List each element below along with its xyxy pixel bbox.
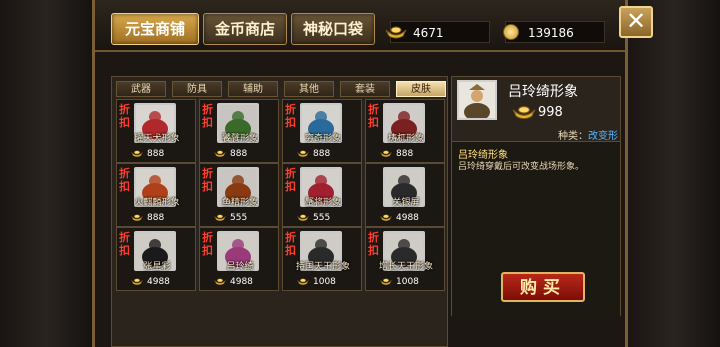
item-cell[interactable]: 折扣张星彩 4988 — [116, 227, 196, 291]
item-price: 555 — [313, 213, 331, 223]
gold-balance: 139186 — [503, 21, 605, 43]
item-cell[interactable]: 折扣 饕餮形象 888 — [199, 99, 279, 163]
ingot-icon — [297, 278, 309, 286]
item-name: 曜天犬形象 — [134, 134, 180, 144]
item-name: 穷奇形象 — [304, 134, 341, 144]
discount-badge: 折扣 — [202, 231, 213, 257]
item-name: 吕玲绮 — [226, 262, 254, 272]
item-name: 增长天王形象 — [378, 262, 433, 272]
discount-badge: 折扣 — [368, 231, 379, 257]
subtab-other[interactable]: 其他 — [284, 81, 334, 97]
gold-coin-icon — [503, 24, 519, 40]
ingot-icon — [214, 214, 226, 222]
ingot-icon — [380, 278, 392, 286]
item-price: 888 — [313, 149, 331, 159]
item-price: 888 — [147, 213, 165, 223]
item-price: 1008 — [396, 277, 419, 287]
item-price: 555 — [230, 213, 248, 223]
ingot-icon — [297, 150, 309, 158]
item-cell[interactable]: 折扣 蟹将形象 555 — [282, 163, 362, 227]
discount-badge: 折扣 — [119, 103, 130, 129]
subtab-assist[interactable]: 辅助 — [228, 81, 278, 97]
item-name: 梼杌形象 — [387, 134, 424, 144]
ingot-icon — [131, 150, 143, 158]
discount-badge: 折扣 — [285, 167, 296, 193]
item-price: 1008 — [313, 277, 336, 287]
item-cell[interactable]: 折扣吕玲绮 4988 — [199, 227, 279, 291]
buy-button[interactable]: 购买 — [501, 272, 585, 302]
item-cell[interactable]: 折扣 穷奇形象 888 — [282, 99, 362, 163]
detail-portrait — [457, 80, 497, 120]
item-price: 888 — [147, 149, 165, 159]
ingot-icon — [131, 278, 143, 286]
item-price-row: 555 — [200, 211, 278, 225]
shop-window: 元宝商铺 金币商店 神秘口袋 4671 139186 ✕ 武器 防具 辅助 其他… — [92, 0, 653, 347]
discount-badge: 折扣 — [285, 103, 296, 129]
item-cell[interactable]: 折扣 鱼精形象 555 — [199, 163, 279, 227]
close-button[interactable]: ✕ — [619, 6, 653, 38]
top-bar: 元宝商铺 金币商店 神秘口袋 4671 139186 ✕ — [95, 0, 653, 52]
item-price-row: 888 — [366, 147, 444, 161]
item-name: 关银屏 — [392, 198, 420, 208]
ingot-balance: 4671 — [385, 21, 490, 43]
subtab-weapon[interactable]: 武器 — [116, 81, 166, 97]
item-price-row: 888 — [117, 147, 195, 161]
item-cell[interactable]: 折扣增长天王形象 1008 — [365, 227, 445, 291]
tab-gold-shop[interactable]: 金币商店 — [203, 13, 287, 45]
item-price-row: 1008 — [366, 275, 444, 289]
ingot-icon — [214, 278, 226, 286]
item-cell[interactable]: 关银屏 4988 — [365, 163, 445, 227]
ingot-icon — [297, 214, 309, 222]
item-price: 4988 — [396, 213, 419, 223]
right-edge — [628, 0, 720, 347]
detail-title: 吕玲绮形象 — [508, 84, 578, 100]
item-name: 蟹将形象 — [304, 198, 341, 208]
ingot-icon — [380, 214, 392, 222]
item-cell[interactable]: 折扣 梼杌形象 888 — [365, 99, 445, 163]
ingot-icon — [214, 150, 226, 158]
ingot-icon — [385, 26, 407, 39]
item-name: 鱼精形象 — [221, 198, 258, 208]
item-price: 4988 — [230, 277, 253, 287]
subtab-skin[interactable]: 皮肤 — [396, 81, 446, 97]
item-cell[interactable]: 折扣持国天王形象 1008 — [282, 227, 362, 291]
item-price-row: 1008 — [283, 275, 361, 289]
detail-ingot-icon — [512, 106, 536, 120]
discount-badge: 折扣 — [368, 103, 379, 129]
item-price-row: 888 — [200, 147, 278, 161]
item-price: 888 — [230, 149, 248, 159]
item-cell[interactable]: 折扣 火麒麟形象 888 — [116, 163, 196, 227]
item-list-panel: 武器 防具 辅助 其他 套装 皮肤 折扣 曜天犬形象 888 折扣 饕餮形象 888 折扣穷… — [111, 76, 448, 347]
detail-description: 吕玲绮穿戴后可改变战场形象。 — [458, 162, 585, 172]
item-cell[interactable]: 折扣 曜天犬形象 888 — [116, 99, 196, 163]
tab-mystery-bag[interactable]: 神秘口袋 — [291, 13, 375, 45]
item-price: 888 — [396, 149, 414, 159]
gold-amount: 139186 — [528, 26, 574, 40]
item-price-row: 555 — [283, 211, 361, 225]
ingot-icon — [380, 150, 392, 158]
item-price-row: 888 — [117, 211, 195, 225]
item-name: 张星彩 — [143, 262, 171, 272]
tab-yuanbao-shop[interactable]: 元宝商铺 — [111, 13, 199, 45]
item-price-row: 888 — [283, 147, 361, 161]
discount-badge: 折扣 — [285, 231, 296, 257]
item-name: 火麒麟形象 — [134, 198, 180, 208]
detail-price: 998 — [538, 105, 563, 120]
discount-badge: 折扣 — [202, 103, 213, 129]
item-price-row: 4988 — [117, 275, 195, 289]
item-name: 饕餮形象 — [221, 134, 258, 144]
ingot-icon — [131, 214, 143, 222]
left-edge — [0, 0, 92, 347]
discount-badge: 折扣 — [119, 167, 130, 193]
item-name: 持国天王形象 — [295, 262, 350, 272]
discount-badge: 折扣 — [119, 231, 130, 257]
subtab-set[interactable]: 套装 — [340, 81, 390, 97]
item-price: 4988 — [147, 277, 170, 287]
item-price-row: 4988 — [366, 211, 444, 225]
discount-badge: 折扣 — [202, 167, 213, 193]
ingot-amount: 4671 — [413, 26, 444, 40]
item-price-row: 4988 — [200, 275, 278, 289]
subtab-armor[interactable]: 防具 — [172, 81, 222, 97]
